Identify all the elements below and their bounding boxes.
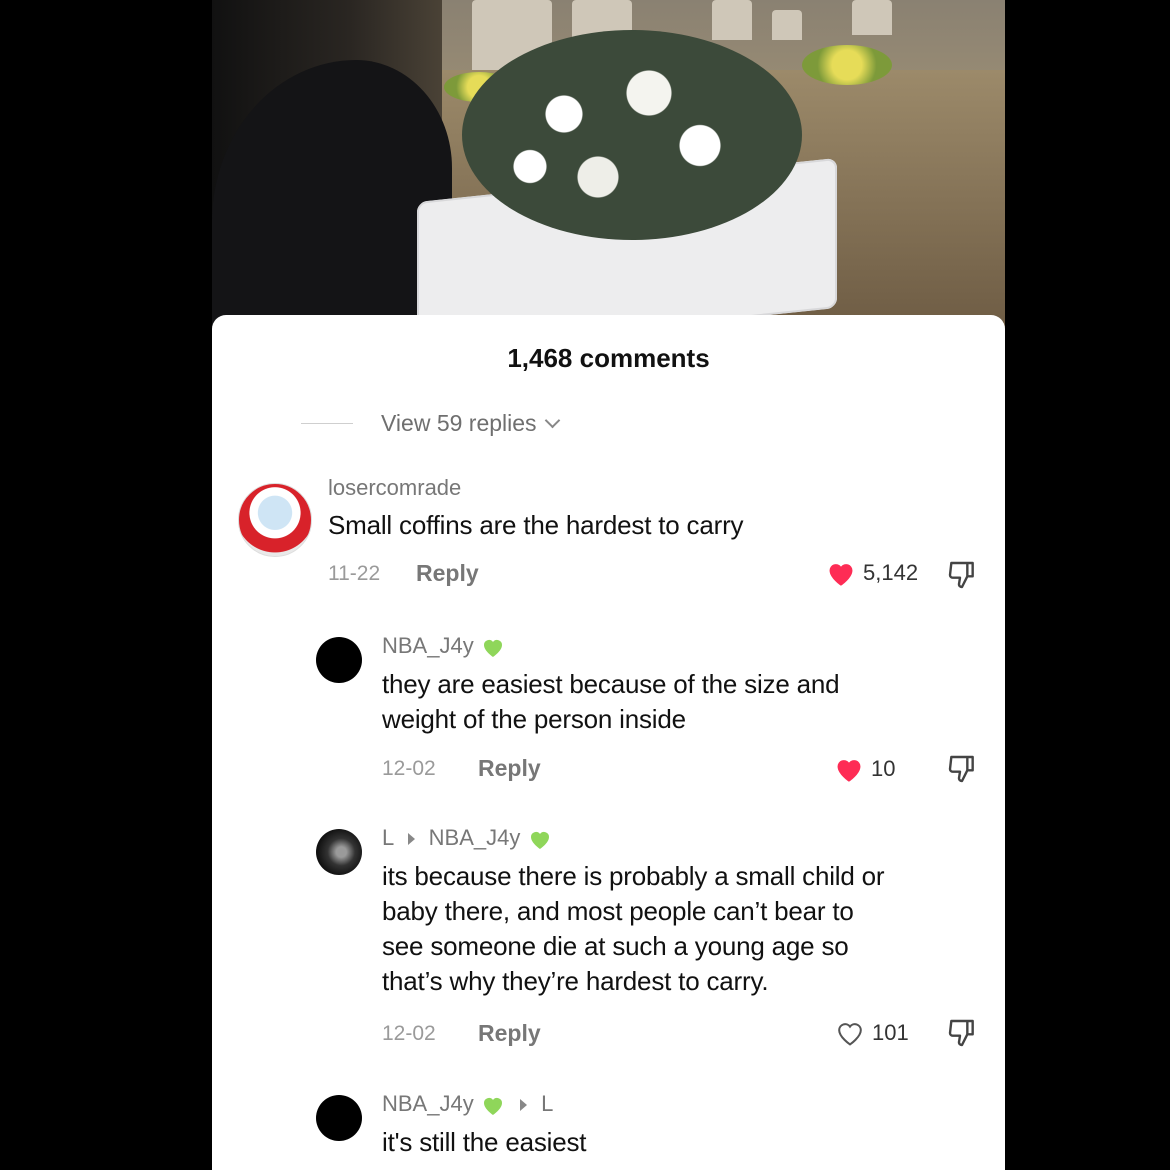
headstone bbox=[712, 0, 752, 40]
comment-username[interactable]: NBA_J4y bbox=[382, 633, 506, 659]
dislike-icon bbox=[948, 561, 974, 589]
dislike-icon bbox=[948, 755, 974, 783]
flower-pot bbox=[802, 45, 892, 85]
green-heart-icon bbox=[483, 1098, 502, 1116]
green-heart-icon bbox=[530, 832, 549, 850]
reply-arrow-icon bbox=[407, 833, 415, 846]
comment-text: it's still the easiest bbox=[382, 1127, 587, 1157]
comment-line: its because there is probably a small ch… bbox=[382, 861, 885, 891]
dislike-button[interactable] bbox=[945, 559, 979, 596]
heart-icon bbox=[829, 564, 853, 586]
reply-button[interactable]: Reply bbox=[416, 560, 479, 587]
username-text: L bbox=[382, 825, 394, 850]
reply-to-username[interactable]: L bbox=[541, 1091, 553, 1116]
comment-line: see someone die at such a young age so bbox=[382, 931, 849, 961]
like-button[interactable]: 5,142 bbox=[825, 559, 918, 587]
like-count: 101 bbox=[872, 1020, 909, 1045]
comment-line: they are easiest because of the size and bbox=[382, 669, 840, 699]
like-button[interactable]: 101 bbox=[834, 1019, 909, 1047]
reply-button[interactable]: Reply bbox=[478, 1020, 541, 1047]
comment-text: they are easiest because of the size and… bbox=[382, 667, 840, 737]
chevron-down-icon bbox=[544, 412, 560, 429]
reply-to-username[interactable]: NBA_J4y bbox=[429, 825, 521, 850]
avatar[interactable] bbox=[316, 829, 362, 875]
view-replies-label: View 59 replies bbox=[381, 410, 537, 436]
avatar[interactable] bbox=[316, 637, 362, 683]
headstone bbox=[772, 10, 802, 40]
like-count: 5,142 bbox=[863, 560, 919, 585]
comment-username[interactable]: L NBA_J4y bbox=[382, 825, 553, 851]
dislike-button[interactable] bbox=[945, 753, 979, 790]
comment-line: baby there, and most people can’t bear t… bbox=[382, 896, 854, 926]
reply-arrow-icon bbox=[519, 1099, 527, 1112]
comment-line: weight of the person inside bbox=[382, 704, 686, 734]
video-still[interactable] bbox=[212, 0, 1005, 330]
comments-sheet: 1,468 comments View 59 replies losercomr… bbox=[212, 315, 1005, 1170]
comment-text: Small coffins are the hardest to carry bbox=[328, 510, 744, 540]
comment-username[interactable]: losercomrade bbox=[328, 475, 461, 501]
headstone bbox=[852, 0, 892, 35]
heart-icon bbox=[838, 1023, 862, 1046]
comment-date: 12-02 bbox=[382, 757, 436, 780]
dislike-button[interactable] bbox=[945, 1017, 979, 1054]
comment-date: 12-02 bbox=[382, 1022, 436, 1045]
green-heart-icon bbox=[483, 640, 502, 658]
dislike-icon bbox=[948, 1019, 974, 1047]
username-text: NBA_J4y bbox=[382, 1091, 474, 1116]
reply-button[interactable]: Reply bbox=[478, 755, 541, 782]
video-frame: 1,468 comments View 59 replies losercomr… bbox=[212, 0, 1005, 1170]
avatar[interactable] bbox=[316, 1095, 362, 1141]
view-replies-button[interactable]: View 59 replies bbox=[301, 410, 560, 437]
comment-line: that’s why they’re hardest to carry. bbox=[382, 966, 769, 996]
flower-arrangement bbox=[462, 30, 802, 240]
comments-count: 1,468 comments bbox=[507, 343, 710, 373]
comment-username[interactable]: NBA_J4y L bbox=[382, 1091, 553, 1117]
like-button[interactable]: 10 bbox=[833, 755, 895, 783]
comment-date: 11-22 bbox=[328, 562, 381, 585]
avatar[interactable] bbox=[238, 483, 312, 557]
heart-icon bbox=[837, 760, 861, 782]
username-text: NBA_J4y bbox=[382, 633, 474, 658]
like-count: 10 bbox=[871, 756, 896, 781]
divider bbox=[301, 423, 353, 424]
comment-text: its because there is probably a small ch… bbox=[382, 859, 885, 999]
